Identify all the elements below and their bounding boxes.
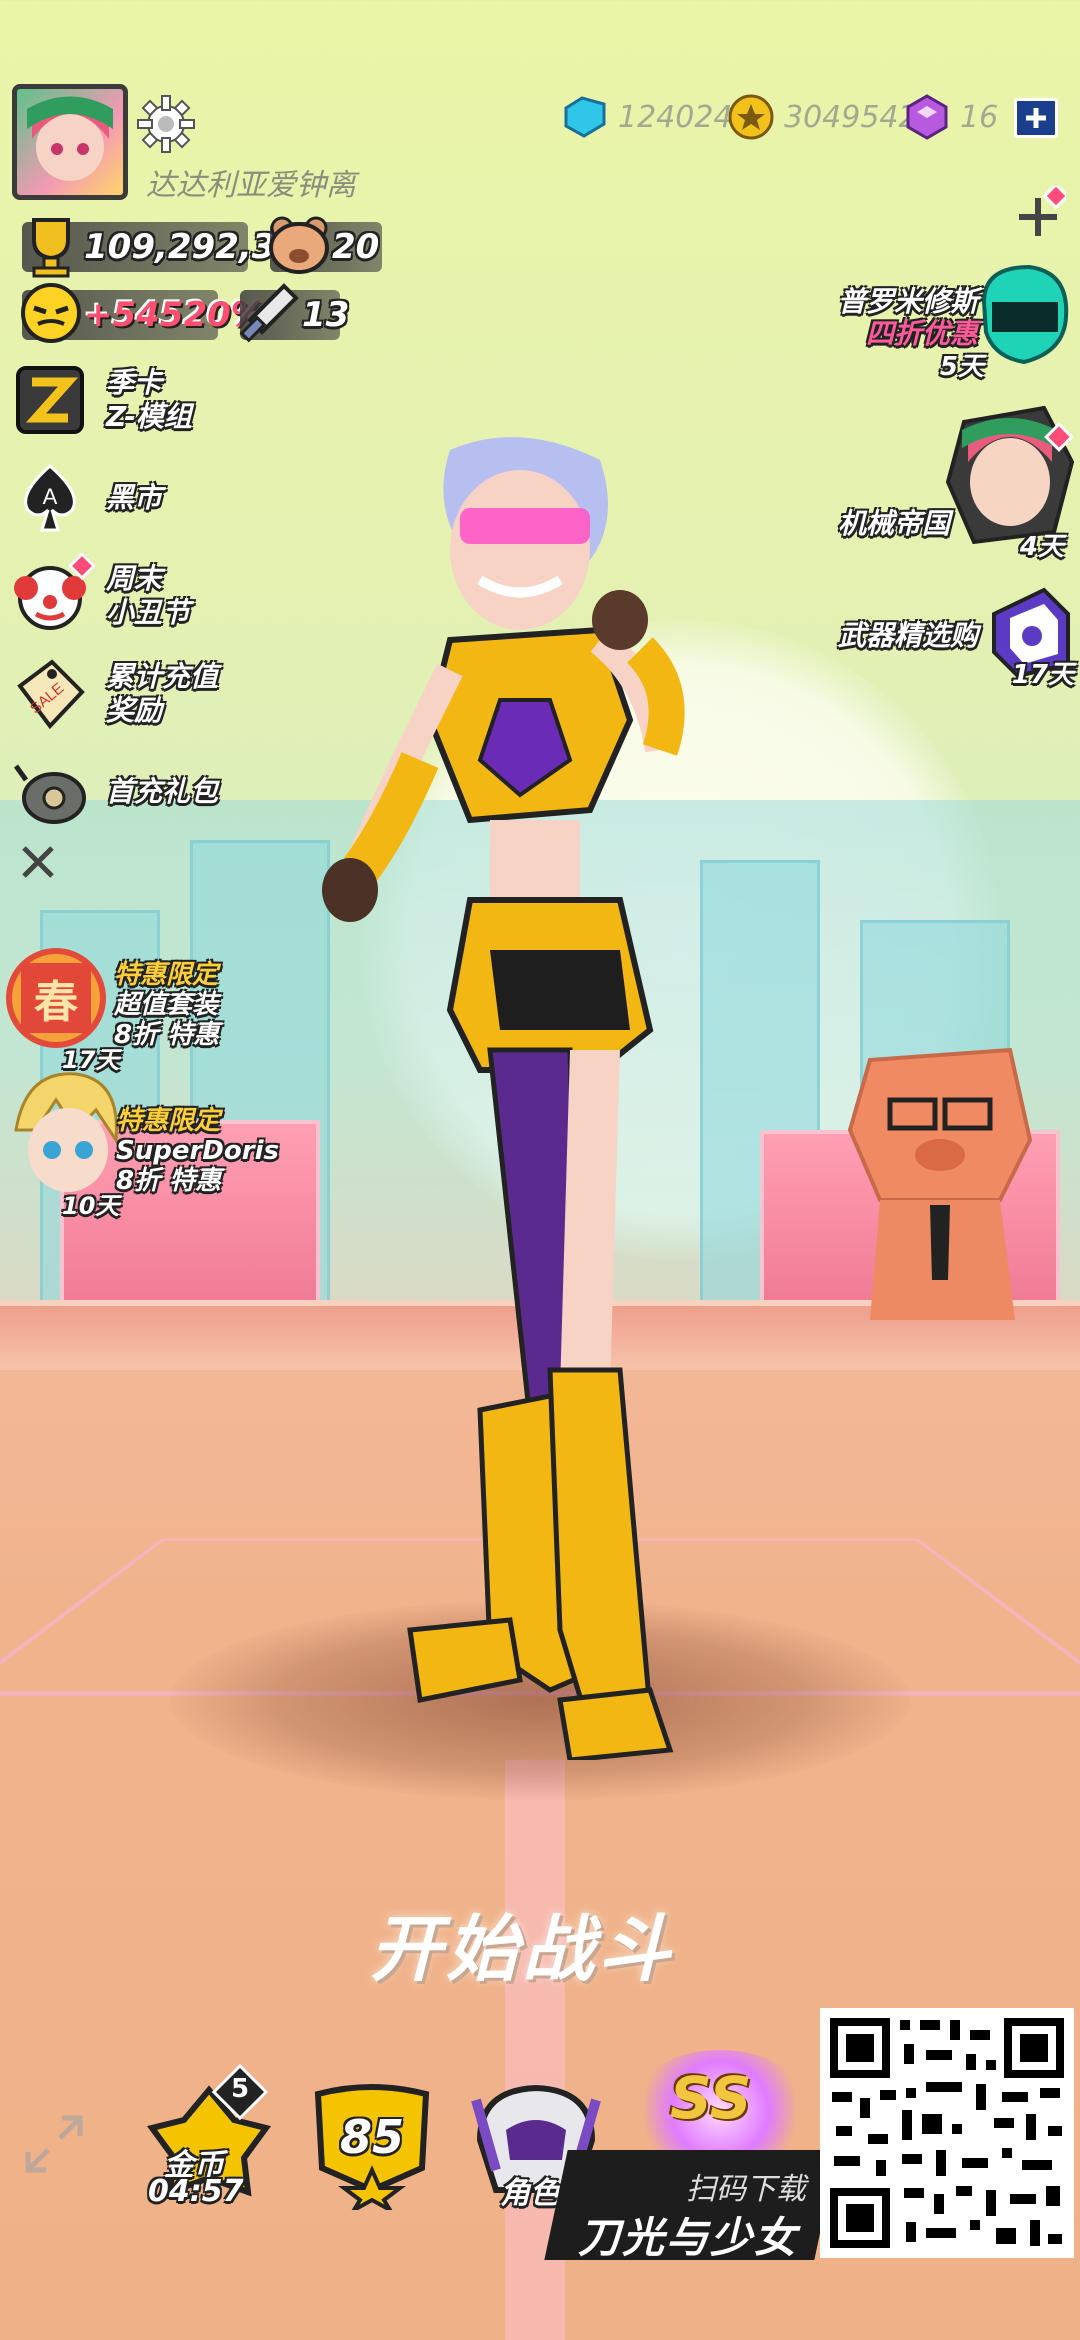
avatar-portrait-icon — [27, 96, 113, 181]
offer-prometheus[interactable]: 普罗米修斯 四折优惠 5天 — [774, 262, 1074, 382]
coin-timer: 04:57 — [148, 2174, 244, 2209]
crystal-value: 124024 — [618, 99, 733, 135]
role-label: 角色 — [500, 2176, 560, 2211]
menu-first-recharge-line1: 首充礼包 — [106, 775, 219, 808]
sword-value: 13 — [302, 295, 350, 335]
offer-superdoris-line1: 特惠限定 — [116, 1106, 221, 1136]
expand-plus-button[interactable] — [1010, 182, 1070, 242]
bear-mascot-icon[interactable] — [830, 1030, 1050, 1330]
menu-black-market[interactable]: A 黑市 — [10, 458, 162, 538]
blue-crystal-icon — [564, 96, 606, 138]
offer-machine-empire-label: 机械帝国 — [837, 507, 950, 540]
menu-recharge-reward-line1: 累计充值 — [106, 660, 219, 693]
bonus-stat: +54520% — [21, 283, 265, 343]
bear-head-icon — [269, 216, 329, 274]
svg-text:A: A — [43, 484, 58, 509]
level-value: 85 — [339, 2110, 404, 2164]
spring-badge-icon: 春 — [6, 948, 106, 1048]
qr-code-icon — [826, 2014, 1068, 2252]
emoji-bonus-icon — [21, 283, 81, 343]
offer-prometheus-line1: 普罗米修斯 — [837, 285, 978, 318]
offer-spring-line1: 特惠限定 — [114, 960, 219, 990]
offer-prometheus-days: 5天 — [939, 352, 984, 382]
offer-superdoris-days: 10天 — [62, 1192, 120, 1220]
menu-first-recharge[interactable]: 首充礼包 — [10, 752, 218, 832]
offer-spring-line3: 8折 特惠 — [114, 1020, 220, 1050]
menu-season-card-line2: Z-模组 — [106, 400, 192, 433]
offer-weapon-select-days: 17天 — [1011, 660, 1074, 690]
menu-weekend-clown-line1: 周末 — [106, 562, 163, 595]
cube-value: 16 — [960, 99, 999, 135]
add-currency-button[interactable] — [1014, 98, 1058, 138]
currency-cube[interactable]: 16 — [902, 92, 998, 142]
offer-spring-pack[interactable]: 春 特惠限定 超值套装 8折 特惠 17天 — [6, 944, 266, 1074]
plus-expand-icon — [1019, 182, 1070, 236]
offer-weapon-select[interactable]: 武器精选购 17天 — [754, 580, 1074, 690]
z-module-icon — [16, 366, 84, 434]
spade-icon: A — [24, 464, 76, 532]
offer-machine-empire-days: 4天 — [1019, 532, 1064, 562]
offer-machine-empire[interactable]: 机械帝国 4天 — [774, 402, 1074, 562]
gold-coin-icon — [728, 94, 774, 140]
trophy-icon — [32, 218, 70, 278]
level-button[interactable]: 85 — [310, 2080, 440, 2216]
offer-superdoris-line3: 8折 特惠 — [116, 1166, 222, 1196]
gold-coin-button[interactable]: 5 金币 04:57 — [144, 2063, 274, 2210]
menu-weekend-clown-line2: 小丑节 — [106, 596, 191, 629]
sword-icon — [239, 283, 299, 343]
player-avatar[interactable] — [12, 84, 128, 200]
collapse-menu-close-icon[interactable] — [18, 842, 58, 882]
start-battle-button[interactable]: 开始战斗 — [370, 1890, 674, 1995]
fullscreen-expand-icon[interactable] — [22, 2112, 86, 2176]
bear-stat: 20 — [269, 216, 382, 274]
qr-scan-label: 扫码下载 — [686, 2172, 806, 2207]
menu-season-card[interactable]: 季卡 Z-模组 — [10, 360, 192, 440]
character-model[interactable] — [320, 430, 740, 1760]
offer-weapon-select-label: 武器精选购 — [837, 619, 978, 652]
sale-tag-icon: SALE — [17, 659, 85, 730]
currency-coin[interactable]: 3049542 — [726, 92, 918, 142]
ss-rank-label: SS — [670, 2064, 752, 2132]
bear-value: 20 — [332, 227, 380, 267]
prometheus-helmet-icon — [981, 264, 1069, 365]
player-username: 达达利亚爱钟离 — [146, 168, 356, 203]
plus-icon — [1026, 108, 1046, 128]
offer-superdoris-line2: SuperDoris — [116, 1136, 279, 1166]
menu-season-card-line1: 季卡 — [106, 366, 163, 399]
superdoris-avatar-icon — [14, 1072, 118, 1192]
menu-weekend-clown[interactable]: 周末 小丑节 — [10, 551, 191, 636]
currency-crystal[interactable]: 124024 — [560, 92, 733, 142]
offer-superdoris[interactable]: 特惠限定 SuperDoris 8折 特惠 10天 — [6, 1070, 296, 1220]
settings-gear-icon[interactable] — [136, 94, 196, 154]
sword-stat: 13 — [239, 283, 349, 343]
purple-cube-icon — [906, 94, 948, 140]
trophy-stat: 109,292,327 — [22, 218, 323, 278]
qr-game-title: 刀光与少女 — [578, 2213, 799, 2262]
coin-value: 3049542 — [784, 99, 918, 135]
offer-spring-line2: 超值套装 — [114, 990, 219, 1020]
menu-black-market-line1: 黑市 — [106, 481, 163, 514]
menu-recharge-reward-line2: 奖励 — [106, 694, 163, 727]
gift-pack-icon — [13, 764, 86, 824]
qr-code[interactable] — [820, 2008, 1074, 2258]
menu-recharge-reward[interactable]: SALE 累计充值 奖励 — [10, 654, 218, 734]
